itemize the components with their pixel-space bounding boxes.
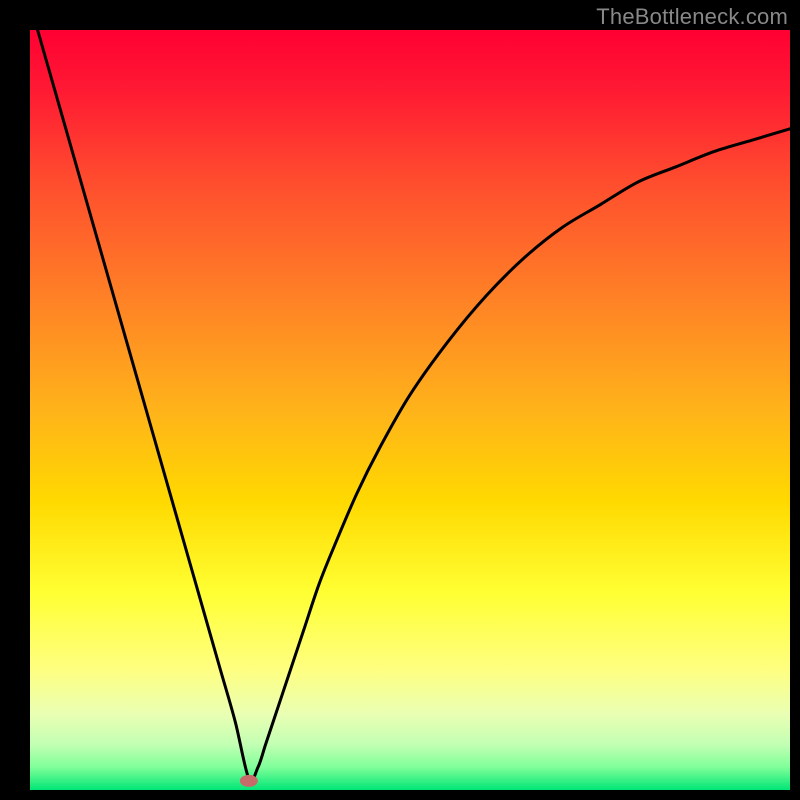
bottleneck-chart — [0, 0, 800, 800]
optimum-marker — [240, 775, 258, 787]
plot-background — [30, 30, 790, 790]
watermark-text: TheBottleneck.com — [596, 4, 788, 30]
chart-frame: TheBottleneck.com — [0, 0, 800, 800]
